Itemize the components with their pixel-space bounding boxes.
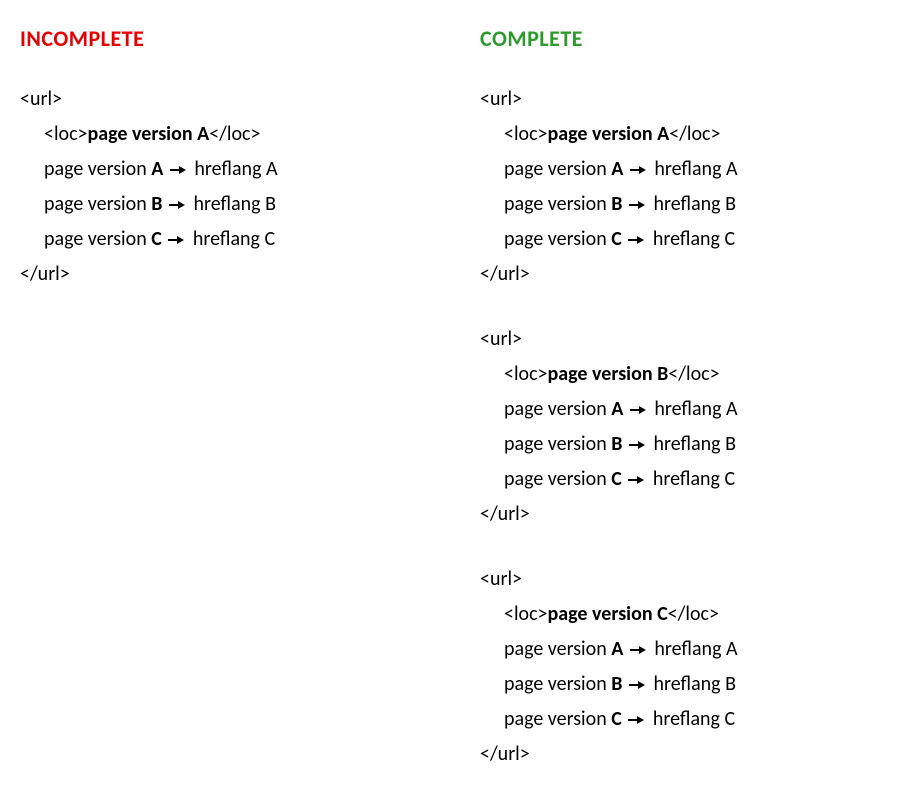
loc-text: page version B [548,362,669,386]
loc-close: </loc> [209,122,260,146]
loc-close: </loc> [668,602,719,626]
link-bold: B [611,672,622,696]
diagram-container: INCOMPLETE <url> <loc>page version A</lo… [20,25,880,802]
hreflang-line: page version B hreflang B [480,667,880,702]
link-dest: hreflang A [650,157,738,181]
incomplete-column: INCOMPLETE <url> <loc>page version A</lo… [20,25,420,802]
url-close-tag: </url> [480,737,880,772]
url-close-tag: </url> [480,497,880,532]
arrow-icon [168,235,184,245]
incomplete-heading: INCOMPLETE [20,25,420,52]
link-prefix: page version [504,227,611,251]
link-dest: hreflang B [649,192,736,216]
arrow-icon [630,165,646,175]
hreflang-line: page version B hreflang B [480,427,880,462]
link-bold: C [611,227,622,251]
url-close-tag: </url> [20,257,420,292]
link-prefix: page version [504,432,611,456]
arrow-icon [628,475,644,485]
hreflang-line: page version B hreflang B [20,187,420,222]
link-bold: A [151,157,163,181]
url-open-tag: <url> [480,562,880,597]
loc-text: page version A [548,122,670,146]
arrow-icon [628,235,644,245]
url-block: <url> <loc>page version B</loc> page ver… [480,322,880,532]
loc-open: <loc> [504,362,548,386]
arrow-icon [629,680,645,690]
loc-open: <loc> [44,122,88,146]
link-dest: hreflang B [649,672,736,696]
arrow-icon [628,715,644,725]
hreflang-line: page version C hreflang C [480,222,880,257]
link-dest: hreflang C [188,227,275,251]
link-dest: hreflang C [648,467,735,491]
link-dest: hreflang C [648,227,735,251]
loc-close: </loc> [668,362,719,386]
loc-line: <loc>page version B</loc> [480,357,880,392]
link-prefix: page version [504,192,611,216]
hreflang-line: page version A hreflang A [20,152,420,187]
loc-line: <loc>page version C</loc> [480,597,880,632]
link-prefix: page version [504,157,611,181]
loc-line: <loc>page version A</loc> [20,117,420,152]
link-dest: hreflang C [648,707,735,731]
url-open-tag: <url> [480,82,880,117]
link-dest: hreflang B [649,432,736,456]
url-open-tag: <url> [480,322,880,357]
loc-open: <loc> [504,602,548,626]
url-block: <url> <loc>page version A</loc> page ver… [20,82,420,292]
link-bold: A [611,397,623,421]
hreflang-line: page version A hreflang A [480,632,880,667]
complete-heading: COMPLETE [480,25,880,52]
link-prefix: page version [504,467,611,491]
link-prefix: page version [504,672,611,696]
arrow-icon [629,440,645,450]
arrow-icon [629,200,645,210]
url-block: <url> <loc>page version C</loc> page ver… [480,562,880,772]
link-dest: hreflang B [189,192,276,216]
loc-line: <loc>page version A</loc> [480,117,880,152]
url-open-tag: <url> [20,82,420,117]
hreflang-line: page version A hreflang A [480,392,880,427]
link-prefix: page version [44,192,151,216]
link-bold: C [611,467,622,491]
link-prefix: page version [44,227,151,251]
url-block: <url> <loc>page version A</loc> page ver… [480,82,880,292]
hreflang-line: page version B hreflang B [480,187,880,222]
loc-open: <loc> [504,122,548,146]
link-prefix: page version [44,157,151,181]
link-bold: B [611,192,622,216]
link-bold: C [611,707,622,731]
loc-close: </loc> [669,122,720,146]
hreflang-line: page version A hreflang A [480,152,880,187]
link-dest: hreflang A [650,637,738,661]
arrow-icon [630,405,646,415]
hreflang-line: page version C hreflang C [20,222,420,257]
arrow-icon [630,645,646,655]
link-dest: hreflang A [190,157,278,181]
url-close-tag: </url> [480,257,880,292]
link-prefix: page version [504,397,611,421]
arrow-icon [170,165,186,175]
loc-text: page version C [548,602,668,626]
arrow-icon [169,200,185,210]
hreflang-line: page version C hreflang C [480,702,880,737]
link-prefix: page version [504,637,611,661]
link-bold: C [151,227,162,251]
link-bold: B [151,192,162,216]
link-bold: A [611,157,623,181]
link-prefix: page version [504,707,611,731]
complete-column: COMPLETE <url> <loc>page version A</loc>… [480,25,880,802]
link-dest: hreflang A [650,397,738,421]
loc-text: page version A [88,122,210,146]
hreflang-line: page version C hreflang C [480,462,880,497]
link-bold: A [611,637,623,661]
link-bold: B [611,432,622,456]
